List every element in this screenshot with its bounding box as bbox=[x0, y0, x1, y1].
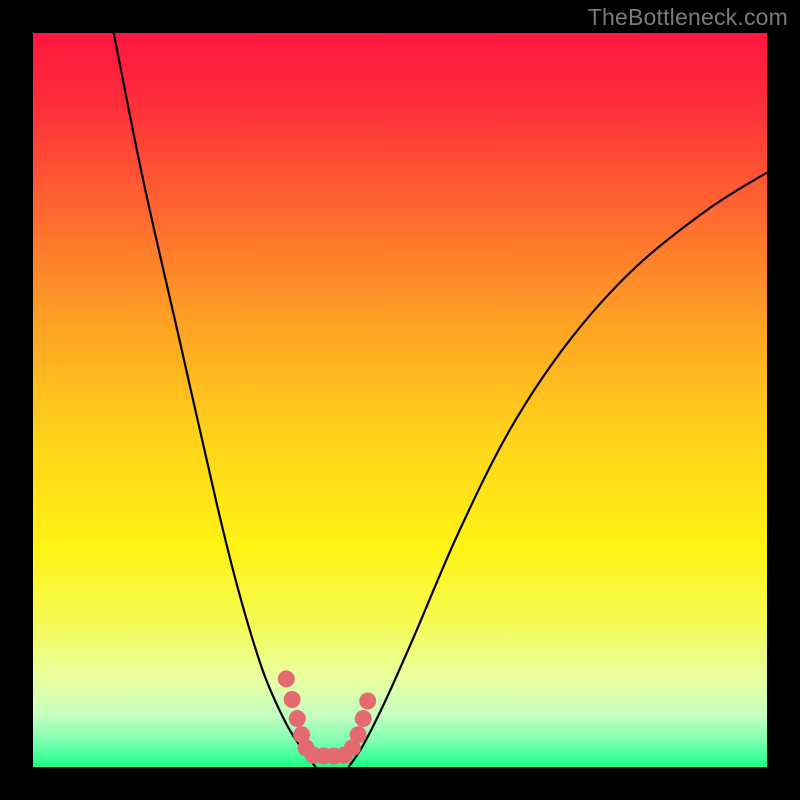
highlight-dot bbox=[359, 692, 376, 709]
highlight-dot bbox=[289, 710, 306, 727]
pink-dots bbox=[278, 670, 376, 764]
plot-area bbox=[33, 33, 767, 767]
highlight-dot bbox=[355, 710, 372, 727]
highlight-dot bbox=[350, 726, 367, 743]
highlight-dot bbox=[278, 670, 295, 687]
highlight-dots-layer bbox=[33, 33, 767, 767]
watermark-text: TheBottleneck.com bbox=[588, 4, 788, 31]
highlight-dot bbox=[284, 691, 301, 708]
chart-frame: TheBottleneck.com bbox=[0, 0, 800, 800]
